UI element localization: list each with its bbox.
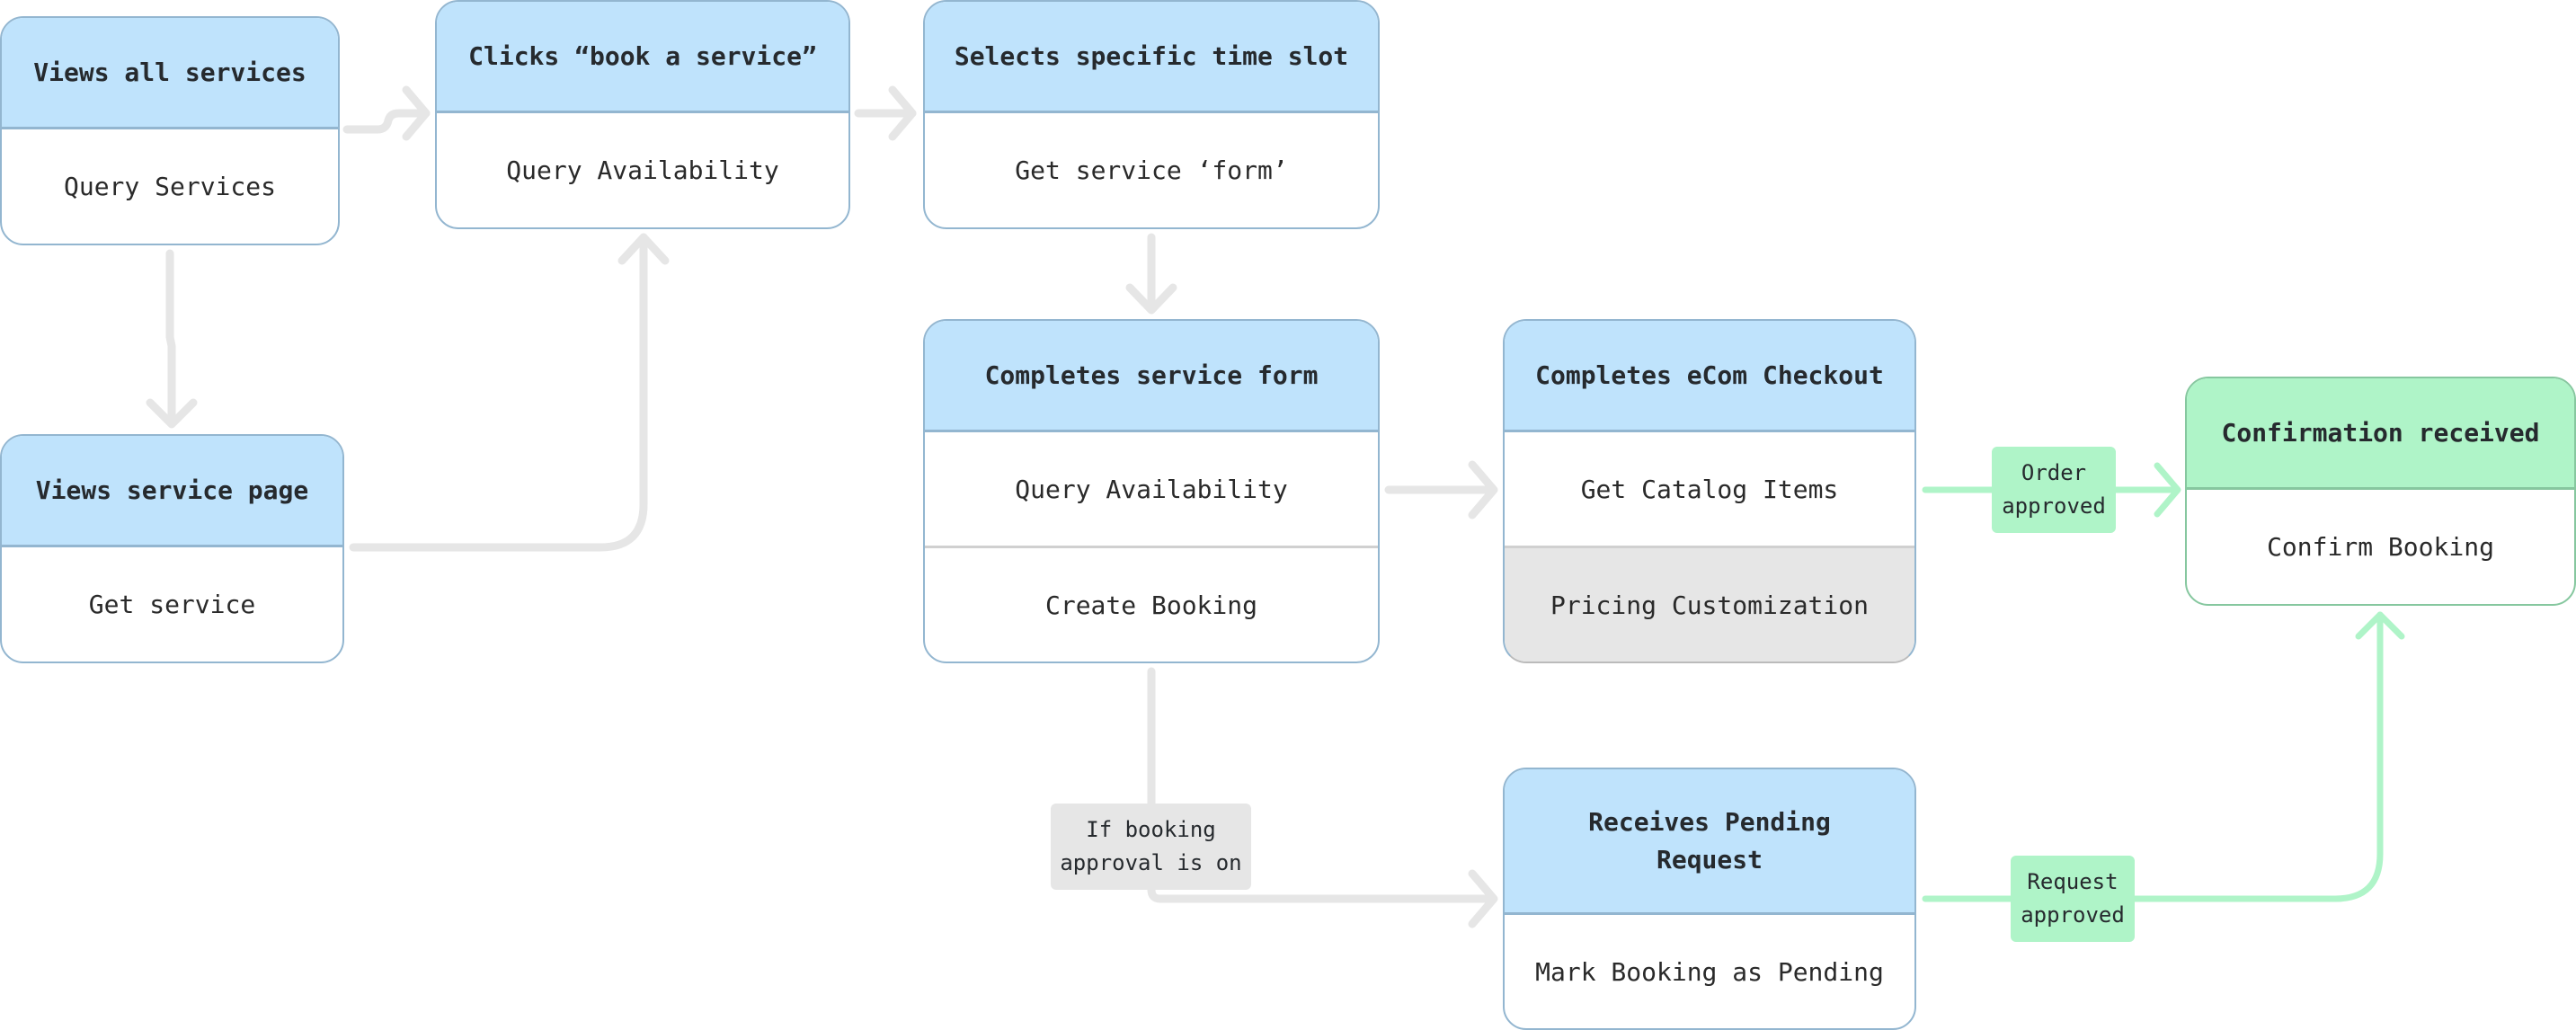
node-row-disabled: Pricing Customization xyxy=(1505,546,1914,662)
connector-views-all-to-service-page xyxy=(165,249,176,427)
node-title: Completes eCom Checkout xyxy=(1505,321,1914,432)
node-completes-service-form[interactable]: Completes service form Query Availabilit… xyxy=(923,319,1380,663)
node-row: Get service ‘form’ xyxy=(1015,155,1288,185)
node-title: Clicks “book a service” xyxy=(437,2,848,113)
label-booking-approval-condition: If booking approval is on xyxy=(1051,804,1251,890)
node-title: Receives Pending Request xyxy=(1505,769,1914,915)
node-title: Completes service form xyxy=(925,321,1378,432)
node-row: Mark Booking as Pending xyxy=(1535,956,1884,987)
node-title: Views all services xyxy=(2,18,338,129)
node-row: Confirm Booking xyxy=(2267,532,2494,562)
node-title: Selects specific time slot xyxy=(925,2,1378,113)
node-title: Confirmation received xyxy=(2187,378,2574,490)
node-row: Get service xyxy=(88,590,256,619)
flow-diagram: Views all services Query Services Clicks… xyxy=(0,0,2576,1030)
node-row: Query Availability xyxy=(506,155,779,185)
node-title: Views service page xyxy=(2,436,342,547)
label-request-approved: Request approved xyxy=(2011,856,2135,942)
node-row: Query Services xyxy=(63,172,276,201)
label-order-approved: Order approved xyxy=(1992,447,2116,533)
node-row: Query Availability xyxy=(1015,474,1288,504)
node-row: Get Catalog Items xyxy=(1580,474,1839,504)
connector-pending-to-confirmation xyxy=(1922,611,2384,902)
node-clicks-book-a-service[interactable]: Clicks “book a service” Query Availabili… xyxy=(435,0,850,229)
node-completes-ecom-checkout[interactable]: Completes eCom Checkout Get Catalog Item… xyxy=(1503,319,1916,663)
node-row: Create Booking xyxy=(925,546,1378,662)
node-views-all-services[interactable]: Views all services Query Services xyxy=(0,16,340,245)
node-receives-pending-request[interactable]: Receives Pending Request Mark Booking as… xyxy=(1503,768,1916,1030)
node-selects-time-slot[interactable]: Selects specific time slot Get service ‘… xyxy=(923,0,1380,229)
connector-service-page-to-clicks-book xyxy=(349,233,648,552)
node-confirmation-received[interactable]: Confirmation received Confirm Booking xyxy=(2185,377,2576,606)
node-views-service-page[interactable]: Views service page Get service xyxy=(0,434,344,663)
